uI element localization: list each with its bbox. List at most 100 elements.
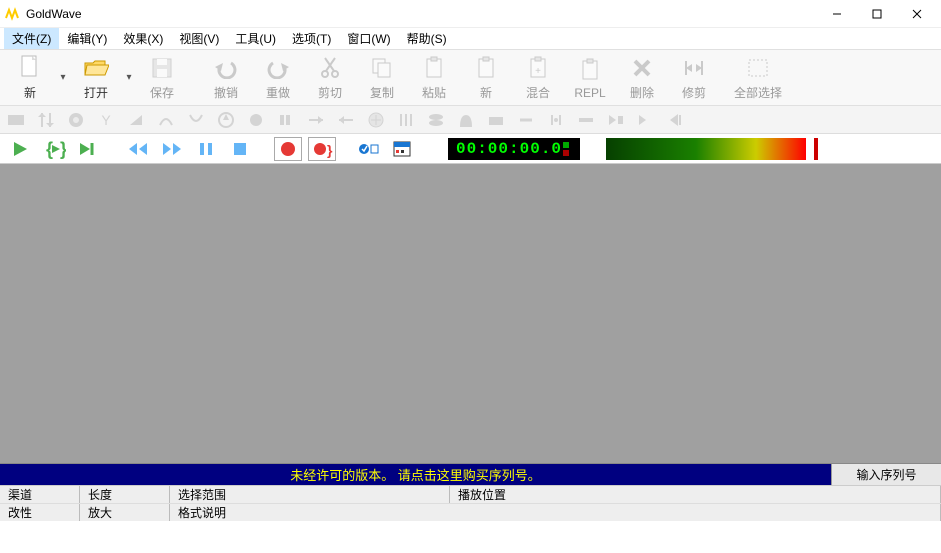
- pause-button[interactable]: [192, 137, 220, 161]
- new-dropdown[interactable]: ▾: [56, 72, 70, 83]
- status-playpos: 播放位置: [450, 486, 941, 503]
- status-channel: 渠道: [0, 486, 80, 503]
- fx-btn-9[interactable]: [244, 108, 268, 132]
- visual-toggle[interactable]: [388, 137, 416, 161]
- forward-button[interactable]: [158, 137, 186, 161]
- svg-text:+: +: [535, 66, 541, 77]
- fx-btn-5[interactable]: [124, 108, 148, 132]
- fx-btn-6[interactable]: [154, 108, 178, 132]
- new-button[interactable]: 新: [4, 51, 56, 105]
- open-dropdown[interactable]: ▾: [122, 72, 136, 83]
- fx-btn-21[interactable]: [604, 108, 628, 132]
- minimize-button[interactable]: [817, 2, 857, 26]
- new-file-icon: [16, 54, 44, 82]
- svg-text:Y: Y: [101, 112, 111, 128]
- menu-help[interactable]: 帮助(S): [399, 28, 455, 49]
- trim-button[interactable]: 修剪: [668, 51, 720, 105]
- clipboard-replace-icon: [576, 56, 604, 84]
- cut-button[interactable]: 剪切: [304, 51, 356, 105]
- fx-btn-17[interactable]: [484, 108, 508, 132]
- timecode-indicator: [562, 141, 572, 157]
- waveform-canvas[interactable]: [0, 164, 941, 463]
- fx-btn-1[interactable]: [4, 108, 28, 132]
- play-end-button[interactable]: [74, 137, 102, 161]
- clipboard-mix-icon: +: [524, 54, 552, 82]
- open-button[interactable]: 打开: [70, 51, 122, 105]
- menu-bar: 文件(Z) 编辑(Y) 效果(X) 视图(V) 工具(U) 选项(T) 窗口(W…: [0, 28, 941, 50]
- replace-button[interactable]: REPL: [564, 51, 616, 105]
- fx-btn-2[interactable]: [34, 108, 58, 132]
- stop-button[interactable]: [226, 137, 254, 161]
- clipboard-new-icon: [472, 54, 500, 82]
- status-bar-2: 改性 放大 格式说明: [0, 503, 941, 521]
- fx-btn-18[interactable]: [514, 108, 538, 132]
- fx-btn-13[interactable]: [364, 108, 388, 132]
- play-button[interactable]: [6, 137, 34, 161]
- fx-btn-22[interactable]: [634, 108, 658, 132]
- fx-btn-23[interactable]: [664, 108, 688, 132]
- undo-button[interactable]: 撤销: [200, 51, 252, 105]
- menu-options[interactable]: 选项(T): [284, 28, 339, 49]
- fx-btn-14[interactable]: [394, 108, 418, 132]
- maximize-button[interactable]: [857, 2, 897, 26]
- save-icon: [148, 54, 176, 82]
- fx-btn-15[interactable]: [424, 108, 448, 132]
- status-format: 格式说明: [170, 504, 941, 521]
- record-selection-button[interactable]: }: [308, 137, 336, 161]
- fx-btn-19[interactable]: [544, 108, 568, 132]
- open-label: 打开: [84, 84, 108, 101]
- menu-tool[interactable]: 工具(U): [227, 28, 284, 49]
- fx-btn-10[interactable]: [274, 108, 298, 132]
- menu-file[interactable]: 文件(Z): [4, 28, 59, 49]
- mix-button[interactable]: + 混合: [512, 51, 564, 105]
- main-toolbar: 新 ▾ 打开 ▾ 保存 撤销 重做 剪切 复制 粘贴 新 + 混合 REPL: [0, 50, 941, 106]
- paste-button[interactable]: 粘贴: [408, 51, 460, 105]
- window-title: GoldWave: [26, 7, 817, 21]
- status-length: 长度: [80, 486, 170, 503]
- fx-btn-20[interactable]: [574, 108, 598, 132]
- menu-window[interactable]: 窗口(W): [339, 28, 398, 49]
- loop-toggle[interactable]: [354, 137, 382, 161]
- new-label: 新: [24, 84, 36, 101]
- rewind-button[interactable]: [124, 137, 152, 161]
- save-button[interactable]: 保存: [136, 51, 188, 105]
- redo-button[interactable]: 重做: [252, 51, 304, 105]
- fx-btn-12[interactable]: [334, 108, 358, 132]
- fx-btn-4[interactable]: Y: [94, 108, 118, 132]
- transport-toolbar: {} } 00:00:00.0: [0, 134, 941, 164]
- copy-label: 复制: [370, 84, 394, 101]
- menu-view[interactable]: 视图(V): [171, 28, 227, 49]
- menu-edit[interactable]: 编辑(Y): [59, 28, 115, 49]
- trim-label: 修剪: [682, 84, 706, 101]
- svg-text:}: }: [327, 142, 333, 158]
- enter-serial-button[interactable]: 输入序列号: [831, 464, 941, 485]
- select-all-button[interactable]: 全部选择: [732, 51, 784, 105]
- save-label: 保存: [150, 84, 174, 101]
- fx-btn-3[interactable]: [64, 108, 88, 132]
- license-bar: 未经许可的版本。 请点击这里购买序列号。 输入序列号: [0, 463, 941, 485]
- fx-btn-16[interactable]: [454, 108, 478, 132]
- svg-text:}: }: [60, 139, 66, 159]
- record-button[interactable]: [274, 137, 302, 161]
- close-button[interactable]: [897, 2, 937, 26]
- timecode-display: 00:00:00.0: [448, 138, 580, 160]
- delete-button[interactable]: 删除: [616, 51, 668, 105]
- undo-label: 撤销: [214, 84, 238, 101]
- fx-btn-7[interactable]: [184, 108, 208, 132]
- app-icon: [4, 6, 20, 22]
- fx-btn-11[interactable]: [304, 108, 328, 132]
- redo-icon: [264, 54, 292, 82]
- folder-open-icon: [82, 54, 110, 82]
- paste-new-label: 新: [480, 84, 492, 101]
- mix-label: 混合: [526, 84, 550, 101]
- play-selection-button[interactable]: {}: [40, 137, 68, 161]
- redo-label: 重做: [266, 84, 290, 101]
- copy-button[interactable]: 复制: [356, 51, 408, 105]
- vu-peak: [814, 138, 818, 160]
- paste-new-button[interactable]: 新: [460, 51, 512, 105]
- fx-btn-8[interactable]: [214, 108, 238, 132]
- menu-effect[interactable]: 效果(X): [115, 28, 171, 49]
- scissors-icon: [316, 54, 344, 82]
- license-message[interactable]: 未经许可的版本。 请点击这里购买序列号。: [0, 464, 831, 485]
- title-bar: GoldWave: [0, 0, 941, 28]
